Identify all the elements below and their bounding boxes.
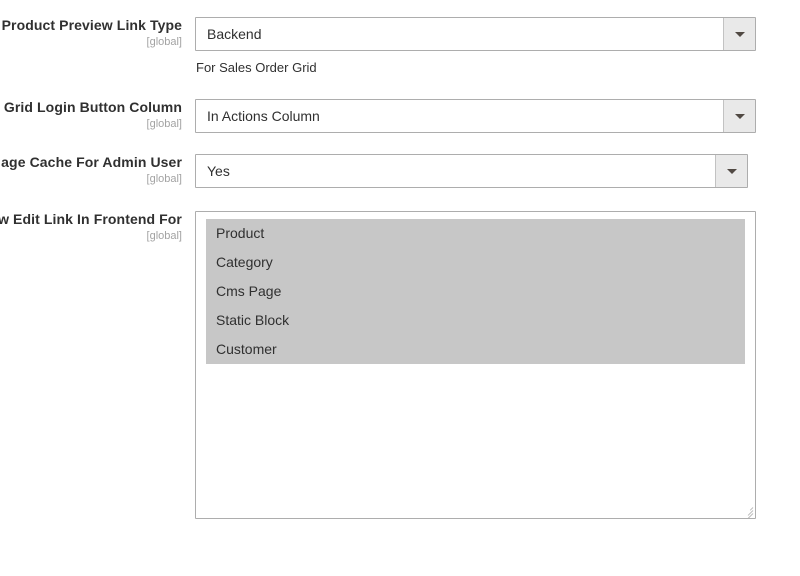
- field-label: Grid Login Button Column: [0, 99, 182, 116]
- field-label-text: Grid Login Button Column: [3, 99, 182, 115]
- select-value: In Actions Column: [207, 108, 320, 124]
- field-note: For Sales Order Grid: [196, 60, 317, 75]
- product-preview-link-type-select[interactable]: Backend: [195, 17, 756, 51]
- resize-handle-line: [749, 507, 754, 511]
- field-label-text: age Cache For Admin User: [1, 154, 182, 170]
- field-label-group: w Edit Link In Frontend For [global]: [0, 211, 182, 243]
- field-label-group: Grid Login Button Column [global]: [0, 99, 182, 131]
- field-control: Backend For Sales Order Grid: [195, 17, 756, 76]
- chevron-down-icon: [734, 32, 745, 37]
- page-cache-for-admin-user-select[interactable]: Yes: [195, 154, 748, 188]
- show-edit-link-in-frontend-for-multiselect[interactable]: Product Category Cms Page Static Block C…: [195, 211, 756, 519]
- field-label: Product Preview Link Type: [0, 17, 182, 34]
- multiselect-option-product[interactable]: Product: [206, 219, 745, 248]
- select-dropdown-button[interactable]: [723, 100, 755, 132]
- resize-handle-line: [745, 513, 754, 518]
- field-scope-global: [global]: [146, 118, 182, 130]
- multiselect-option-list: Product Category Cms Page Static Block C…: [206, 219, 745, 364]
- select-dropdown-button[interactable]: [715, 155, 747, 187]
- field-label-text: Product Preview Link Type: [1, 17, 182, 33]
- resize-handle-icon[interactable]: [739, 502, 754, 518]
- field-scope-global: [global]: [146, 173, 182, 185]
- field-label: w Edit Link In Frontend For: [0, 211, 182, 228]
- field-label: age Cache For Admin User: [0, 154, 182, 171]
- multiselect-option-static-block[interactable]: Static Block: [206, 306, 745, 335]
- resize-handle-line: [747, 510, 754, 516]
- chevron-down-icon: [734, 114, 745, 119]
- multiselect-option-cms-page[interactable]: Cms Page: [206, 277, 745, 306]
- multiselect-option-category[interactable]: Category: [206, 248, 745, 277]
- chevron-down-icon: [726, 169, 737, 174]
- field-control: Product Category Cms Page Static Block C…: [195, 211, 756, 519]
- field-label-group: age Cache For Admin User [global]: [0, 154, 182, 186]
- field-label-group: Product Preview Link Type [global]: [0, 17, 182, 49]
- select-value: Backend: [207, 26, 262, 42]
- field-control: In Actions Column: [195, 99, 756, 133]
- field-control: Yes: [195, 154, 748, 188]
- multiselect-option-customer[interactable]: Customer: [206, 335, 745, 364]
- select-dropdown-button[interactable]: [723, 18, 755, 50]
- select-value: Yes: [207, 163, 230, 179]
- field-label-text: w Edit Link In Frontend For: [0, 211, 182, 227]
- grid-login-button-column-select[interactable]: In Actions Column: [195, 99, 756, 133]
- field-scope-global: [global]: [146, 230, 182, 242]
- field-scope-global: [global]: [146, 36, 182, 48]
- system-config-form: Product Preview Link Type [global] Backe…: [0, 0, 800, 576]
